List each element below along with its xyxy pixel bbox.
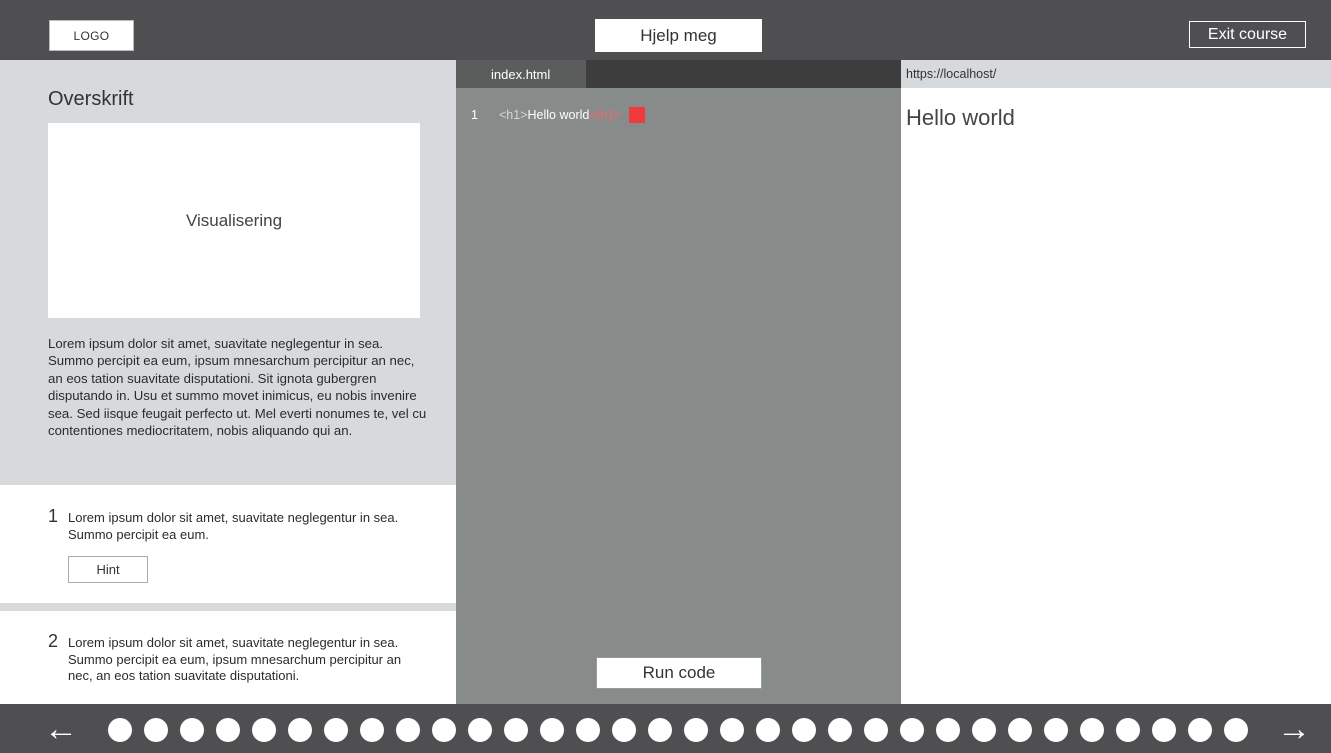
task-text: Lorem ipsum dolor sit amet, suavitate ne… — [68, 510, 399, 542]
line-number: 1 — [471, 108, 478, 122]
step-dot[interactable] — [1116, 718, 1140, 742]
step-dot[interactable] — [360, 718, 384, 742]
step-dot[interactable] — [1188, 718, 1212, 742]
bottom-navigation: ← → — [0, 704, 1331, 753]
help-button[interactable]: Hjelp meg — [595, 19, 762, 52]
code-open-tag: <h1> — [499, 108, 528, 122]
step-dot[interactable] — [576, 718, 600, 742]
step-dot[interactable] — [396, 718, 420, 742]
step-dot[interactable] — [504, 718, 528, 742]
code-text: Hello world — [527, 108, 590, 122]
step-dot[interactable] — [1008, 718, 1032, 742]
task-number: 2 — [48, 631, 59, 651]
step-dot[interactable] — [108, 718, 132, 742]
step-dot[interactable] — [1224, 718, 1248, 742]
step-dot[interactable] — [612, 718, 636, 742]
task-number: 1 — [48, 506, 59, 526]
run-code-button[interactable]: Run code — [596, 657, 762, 689]
step-dot[interactable] — [180, 718, 204, 742]
lesson-heading: Overskrift — [48, 88, 134, 110]
step-dot[interactable] — [540, 718, 564, 742]
step-dot[interactable] — [1044, 718, 1068, 742]
code-line[interactable]: 1 <h1> Hello world </h1> — [471, 107, 646, 123]
logo: LOGO — [49, 20, 134, 51]
step-dot[interactable] — [144, 718, 168, 742]
step-dot[interactable] — [1080, 718, 1104, 742]
step-dot[interactable] — [972, 718, 996, 742]
code-editor: index.html 1 <h1> Hello world </h1> Run … — [456, 60, 901, 704]
preview-pane: https://localhost/ Hello world — [901, 60, 1331, 704]
editor-tab-bar: index.html — [456, 60, 901, 88]
top-bar: LOGO Hjelp meg Exit course — [0, 0, 1331, 60]
step-dot[interactable] — [324, 718, 348, 742]
exit-course-button[interactable]: Exit course — [1189, 21, 1306, 48]
step-dot[interactable] — [936, 718, 960, 742]
step-dot[interactable] — [864, 718, 888, 742]
step-dot[interactable] — [252, 718, 276, 742]
step-dot[interactable] — [684, 718, 708, 742]
url-bar: https://localhost/ — [901, 60, 1331, 88]
code-error-tag: </h1> — [589, 108, 622, 122]
task-text: Lorem ipsum dolor sit amet, suavitate ne… — [68, 635, 402, 683]
hint-button[interactable]: Hint — [68, 556, 148, 583]
task-divider — [0, 603, 456, 611]
preview-heading: Hello world — [906, 105, 1015, 130]
step-dot[interactable] — [756, 718, 780, 742]
step-dot[interactable] — [216, 718, 240, 742]
step-dots — [108, 718, 1260, 742]
step-dot[interactable] — [792, 718, 816, 742]
step-dot[interactable] — [432, 718, 456, 742]
tab-index-html[interactable]: index.html — [456, 60, 586, 88]
visualization-placeholder: Visualisering — [48, 123, 420, 318]
step-dot[interactable] — [1152, 718, 1176, 742]
step-dot[interactable] — [900, 718, 924, 742]
task-1: 1 Lorem ipsum dolor sit amet, suavitate … — [0, 485, 456, 603]
step-dot[interactable] — [720, 718, 744, 742]
arrow-left-icon[interactable]: ← — [44, 709, 78, 749]
step-dot[interactable] — [468, 718, 492, 742]
error-marker-icon — [629, 107, 646, 123]
step-dot[interactable] — [828, 718, 852, 742]
step-dot[interactable] — [648, 718, 672, 742]
arrow-right-icon[interactable]: → — [1277, 709, 1311, 749]
lesson-body: Lorem ipsum dolor sit amet, suavitate ne… — [48, 336, 427, 439]
lesson-panel: Overskrift Visualisering Lorem ipsum dol… — [0, 60, 456, 704]
task-2: 2 Lorem ipsum dolor sit amet, suavitate … — [0, 611, 456, 704]
visualization-label: Visualisering — [185, 210, 283, 230]
lesson-intro: Overskrift Visualisering Lorem ipsum dol… — [0, 60, 456, 485]
step-dot[interactable] — [288, 718, 312, 742]
